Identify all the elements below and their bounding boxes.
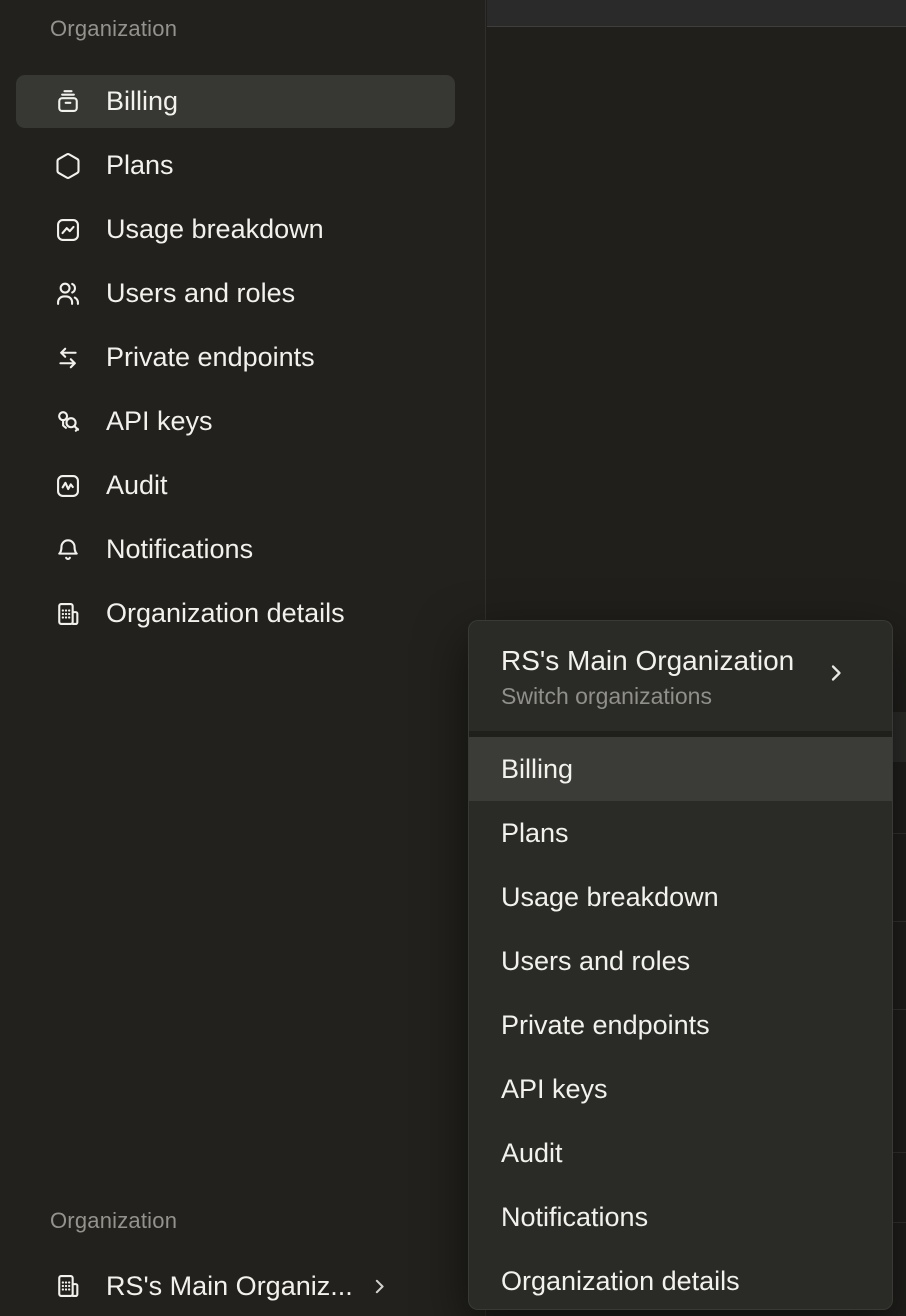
popup-item-organization-details[interactable]: Organization details	[469, 1249, 892, 1310]
popup-org-switcher[interactable]: RS's Main Organization Switch organizati…	[469, 621, 892, 731]
sidebar-item-label: Private endpoints	[106, 342, 315, 373]
sidebar-item-plans[interactable]: Plans	[16, 139, 455, 192]
sidebar-item-label: Usage breakdown	[106, 214, 324, 245]
sidebar-section-label: Organization	[50, 16, 177, 42]
popup-item-label: Organization details	[501, 1266, 740, 1297]
popup-item-label: Audit	[501, 1138, 563, 1169]
popup-item-label: Private endpoints	[501, 1010, 710, 1041]
popup-item-usage-breakdown[interactable]: Usage breakdown	[469, 865, 892, 929]
sidebar-item-label: Notifications	[106, 534, 253, 565]
sidebar-item-users-and-roles[interactable]: Users and roles	[16, 267, 455, 320]
footer-section-label: Organization	[50, 1208, 177, 1234]
sidebar-item-billing[interactable]: Billing	[16, 75, 455, 128]
sidebar-item-notifications[interactable]: Notifications	[16, 523, 455, 576]
popup-item-label: Usage breakdown	[501, 882, 719, 913]
sidebar-item-audit[interactable]: Audit	[16, 459, 455, 512]
popup-item-label: Plans	[501, 818, 569, 849]
sidebar-item-label: API keys	[106, 406, 213, 437]
popup-item-label: Billing	[501, 754, 573, 785]
popup-item-label: API keys	[501, 1074, 608, 1105]
org-details-icon	[54, 1272, 82, 1300]
users-icon	[54, 280, 82, 308]
popup-item-api-keys[interactable]: API keys	[469, 1057, 892, 1121]
api-keys-icon	[54, 408, 82, 436]
billing-icon	[54, 88, 82, 116]
top-bar	[487, 0, 906, 27]
organization-name: RS's Main Organiz...	[106, 1271, 353, 1302]
popup-item-billing[interactable]: Billing	[469, 737, 892, 801]
popup-subtitle: Switch organizations	[501, 681, 812, 711]
sidebar-item-label: Billing	[106, 86, 178, 117]
sidebar-item-organization-details[interactable]: Organization details	[16, 587, 455, 640]
sidebar-item-label: Users and roles	[106, 278, 295, 309]
sidebar-nav: Billing Plans Usage breakdown Users and rol…	[16, 75, 455, 640]
sidebar-item-label: Organization details	[106, 598, 345, 629]
sidebar: Organization Billing Plans Usage breakdown…	[0, 0, 486, 1316]
organization-menu-popup: RS's Main Organization Switch organizati…	[468, 620, 893, 1310]
usage-icon	[54, 216, 82, 244]
app-window: Organization Billing Plans Usage breakdown…	[0, 0, 906, 1316]
popup-item-label: Users and roles	[501, 946, 690, 977]
plans-icon	[54, 152, 82, 180]
org-details-icon	[54, 600, 82, 628]
popup-title: RS's Main Organization	[501, 643, 812, 679]
sidebar-item-private-endpoints[interactable]: Private endpoints	[16, 331, 455, 384]
organization-switcher[interactable]: RS's Main Organiz...	[16, 1258, 455, 1314]
popup-item-audit[interactable]: Audit	[469, 1121, 892, 1185]
notifications-icon	[54, 536, 82, 564]
chevron-right-icon	[824, 661, 848, 685]
popup-item-private-endpoints[interactable]: Private endpoints	[469, 993, 892, 1057]
sidebar-item-label: Plans	[106, 150, 174, 181]
popup-item-users-and-roles[interactable]: Users and roles	[469, 929, 892, 993]
popup-item-notifications[interactable]: Notifications	[469, 1185, 892, 1249]
popup-item-label: Notifications	[501, 1202, 648, 1233]
sidebar-item-usage-breakdown[interactable]: Usage breakdown	[16, 203, 455, 256]
audit-icon	[54, 472, 82, 500]
sidebar-item-api-keys[interactable]: API keys	[16, 395, 455, 448]
chevron-right-icon	[369, 1276, 390, 1297]
endpoints-icon	[54, 344, 82, 372]
popup-menu: Billing Plans Usage breakdown Users and rol…	[469, 737, 892, 1310]
popup-item-plans[interactable]: Plans	[469, 801, 892, 865]
sidebar-item-label: Audit	[106, 470, 168, 501]
